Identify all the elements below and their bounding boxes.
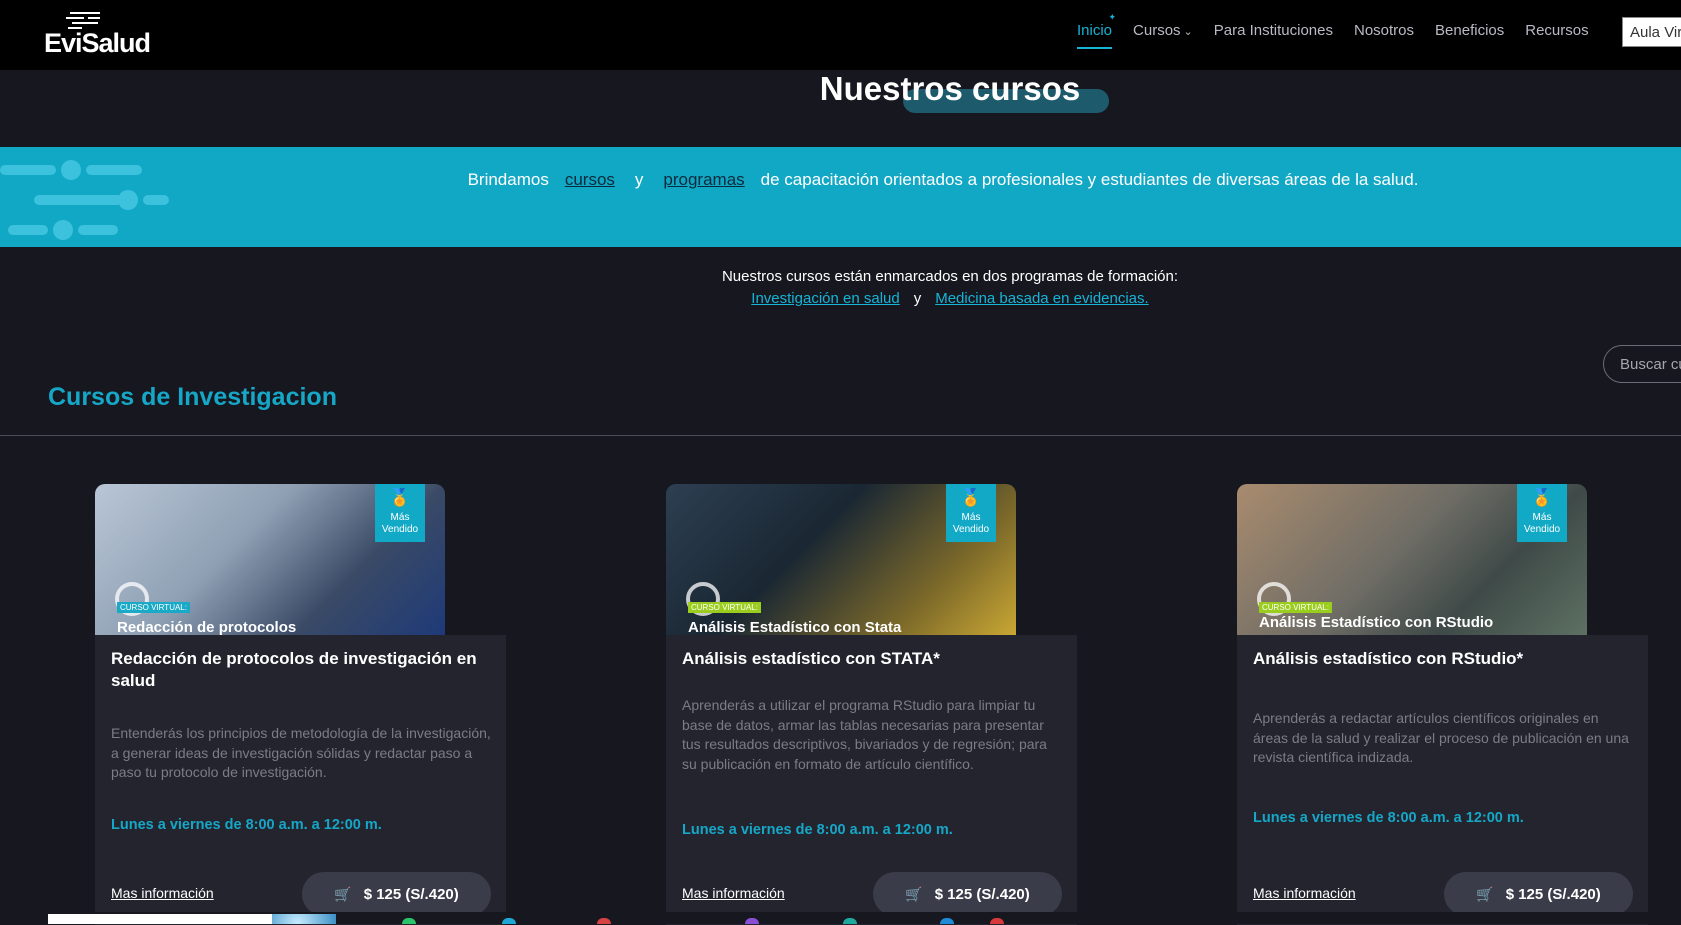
course-description: Aprenderás a utilizar el programa RStudi…	[682, 697, 1047, 772]
evisalud-logo[interactable]: EviSalud	[44, 12, 164, 58]
course-schedule: Lunes a viernes de 8:00 a.m. a 12:00 m.	[111, 817, 382, 833]
sparkle-icon: ✦	[1108, 12, 1117, 22]
nav-recursos[interactable]: Recursos	[1525, 22, 1588, 39]
programs-y: y	[913, 290, 922, 307]
nav-beneficios[interactable]: Beneficios	[1435, 22, 1504, 39]
cursos-link[interactable]: cursos	[565, 170, 615, 189]
investigacion-link[interactable]: Investigación en salud	[751, 290, 899, 307]
best-seller-badge: 🏅 Más Vendido	[946, 484, 996, 542]
badge-label: Más Vendido	[381, 512, 419, 535]
course-title[interactable]: Análisis estadístico con RStudio*	[1253, 648, 1633, 670]
search-input[interactable]: Buscar cursos	[1603, 345, 1681, 383]
medal-icon: 🏅	[960, 488, 982, 507]
card-body: Redacción de protocolos de investigación…	[95, 635, 506, 925]
price-label: $ 125 (S/.420)	[363, 885, 459, 903]
course-image[interactable]: Ev 🏅Más Vendido CURSO VIRTUAL: Análisis …	[1237, 484, 1587, 635]
more-info-link[interactable]: Mas información	[682, 885, 785, 901]
more-info-link[interactable]: Mas información	[1253, 885, 1356, 901]
course-title[interactable]: Análisis estadístico con STATA*	[682, 648, 1062, 670]
image-tag: CURSO VIRTUAL:	[1259, 602, 1332, 613]
top-navbar: EviSalud Inicio ✦ Cursos ⌄ Para Instituci…	[0, 0, 1681, 70]
card-body: Análisis estadístico con RStudio* Aprend…	[1237, 635, 1648, 925]
chevron-down-icon: ⌄	[1183, 26, 1193, 38]
course-image[interactable]: Ev 🏅Más Vendido CURSO VIRTUAL: Análisis …	[666, 484, 1016, 635]
logo-text: EviSalud	[44, 28, 151, 58]
badge-label: Más Vendido	[1523, 512, 1561, 535]
price-label: $ 125 (S/.420)	[934, 885, 1030, 903]
nav-cursos[interactable]: Cursos ⌄	[1133, 22, 1193, 39]
image-caption: Análisis Estadístico con Stata	[688, 619, 902, 635]
course-card: Ev 🏅Más Vendido CURSO VIRTUAL: Redacción…	[95, 484, 506, 925]
cart-icon: 🛒	[905, 885, 923, 902]
course-schedule: Lunes a viernes de 8:00 a.m. a 12:00 m.	[682, 822, 953, 838]
best-seller-badge: 🏅 Más Vendido	[1517, 484, 1567, 542]
taskbar-app-icon[interactable]	[502, 918, 516, 924]
card-body: Análisis estadístico con STATA* Aprender…	[666, 635, 1077, 925]
course-card: Ev 🏅Más Vendido CURSO VIRTUAL: Análisis …	[666, 484, 1077, 925]
nav-para-instituciones[interactable]: Para Instituciones	[1214, 22, 1333, 39]
programs-intro-text: Nuestros cursos están enmarcados en dos …	[721, 268, 1179, 285]
buy-button[interactable]: 🛒 $ 125 (S/.420)	[302, 872, 491, 916]
medicina-link[interactable]: Medicina basada en evidencias.	[935, 290, 1148, 307]
price-label: $ 125 (S/.420)	[1505, 885, 1601, 903]
course-title[interactable]: Redacción de protocolos de investigación…	[111, 648, 491, 692]
taskbar-app-icon[interactable]	[940, 918, 954, 924]
buy-button[interactable]: 🛒 $ 125 (S/.420)	[1444, 872, 1633, 916]
more-info-link[interactable]: Mas información	[111, 885, 214, 901]
programas-link[interactable]: programas	[663, 170, 744, 189]
nav-nosotros[interactable]: Nosotros	[1354, 22, 1414, 39]
medal-icon: 🏅	[389, 488, 411, 507]
intro-prefix: Brindamos	[467, 170, 549, 189]
course-description: Entenderás los principios de metodología…	[111, 725, 491, 780]
intro-text: Brindamos cursos y programas de capacitación…	[458, 164, 1428, 195]
nav-cursos-label: Cursos	[1133, 22, 1181, 39]
intro-y: y	[634, 170, 644, 189]
course-card: Ev 🏅Más Vendido CURSO VIRTUAL: Análisis …	[1237, 484, 1648, 925]
cart-icon: 🛒	[334, 885, 352, 902]
nav-inicio-label: Inicio	[1077, 22, 1113, 39]
nav-inicio[interactable]: Inicio ✦	[1077, 12, 1116, 49]
image-caption: Redacción de protocolos	[117, 619, 297, 635]
programs-intro: Nuestros cursos están enmarcados en dos …	[0, 266, 1681, 310]
aula-virtual-button[interactable]: Aula Virtual	[1622, 17, 1681, 47]
image-caption: Análisis Estadístico con RStudio	[1259, 614, 1494, 631]
best-seller-badge: 🏅 Más Vendido	[375, 484, 425, 542]
medal-icon: 🏅	[1531, 488, 1553, 507]
image-tag: CURSO VIRTUAL:	[688, 602, 761, 613]
taskbar-app-icon[interactable]	[843, 918, 857, 924]
section-divider	[0, 435, 1681, 436]
intro-suffix: de capacitación orientados a profesional…	[760, 170, 1419, 189]
taskbar-app-icon[interactable]	[990, 918, 1004, 924]
programs-links: Investigación en salud y Medicina basada e…	[0, 288, 1681, 310]
course-schedule: Lunes a viernes de 8:00 a.m. a 12:00 m.	[1253, 810, 1524, 826]
badge-label: Más Vendido	[952, 512, 990, 535]
taskbar-app-icon[interactable]	[597, 918, 611, 924]
main-nav: Inicio ✦ Cursos ⌄ Para Instituciones Noso…	[1077, 12, 1610, 49]
page-title: Nuestros cursos	[819, 70, 1081, 107]
taskbar-preview-image	[272, 914, 336, 924]
section-title: Cursos de Investigacion	[48, 383, 337, 411]
image-tag: CURSO VIRTUAL:	[117, 602, 190, 613]
taskbar-app-icon[interactable]	[402, 918, 416, 924]
buy-button[interactable]: 🛒 $ 125 (S/.420)	[873, 872, 1062, 916]
taskbar-app-icon[interactable]	[745, 918, 759, 924]
course-image[interactable]: Ev 🏅Más Vendido CURSO VIRTUAL: Redacción…	[95, 484, 445, 635]
course-description: Aprenderás a redactar artículos científi…	[1253, 710, 1629, 765]
intro-band: Brindamos cursos y programas de capacitación…	[0, 147, 1681, 247]
cart-icon: 🛒	[1476, 885, 1494, 902]
